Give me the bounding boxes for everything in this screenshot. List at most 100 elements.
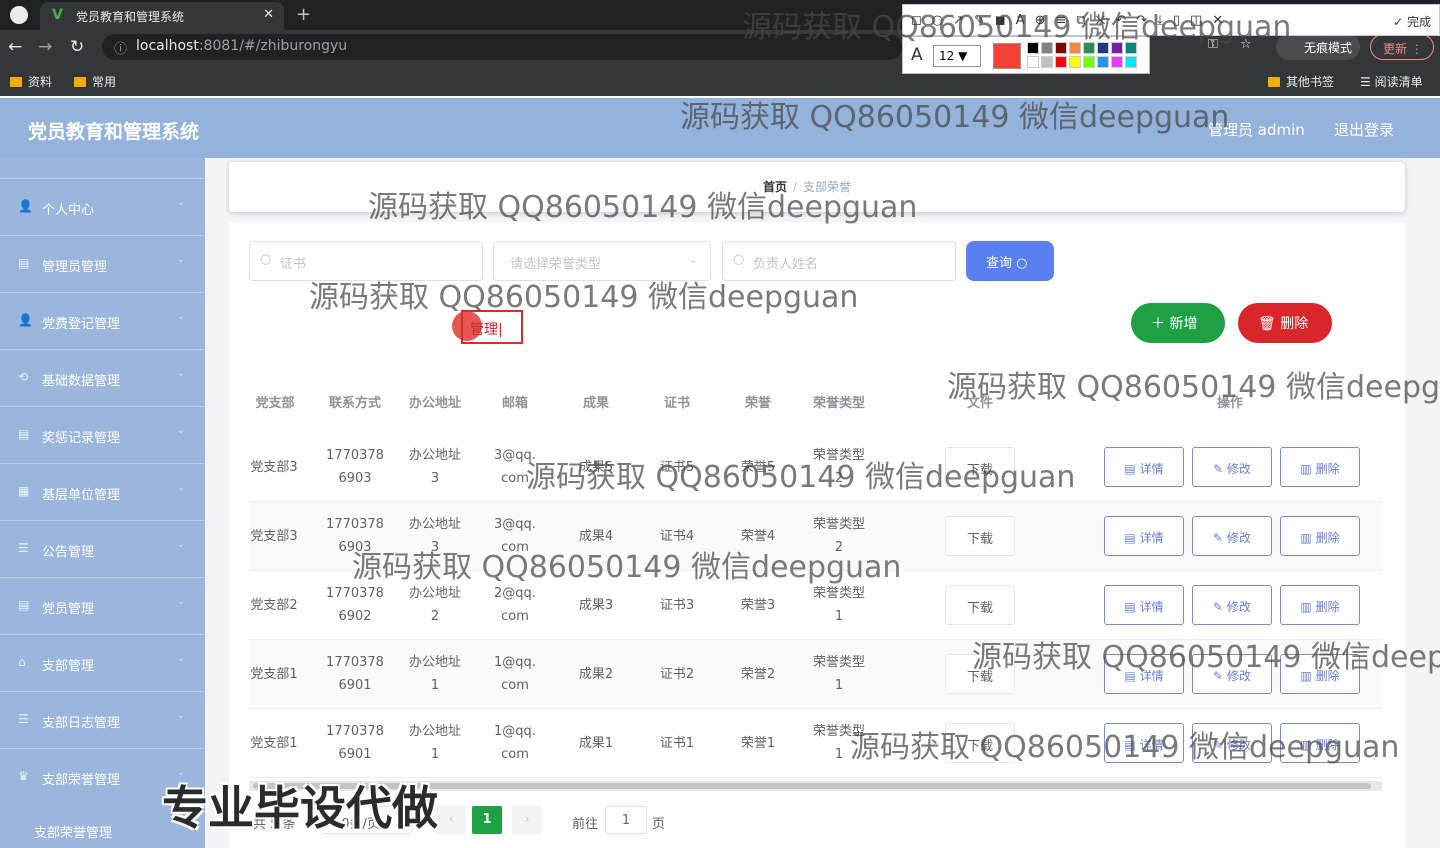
color-swatch[interactable] (1041, 56, 1053, 68)
detail-button[interactable]: ▤ 详情 (1104, 447, 1184, 487)
url-input[interactable]: ⓘ localhost:8081/#/zhiburongyu (102, 34, 902, 60)
edit-icon: ✎ (1213, 462, 1227, 476)
font-size-select[interactable]: 12 ▼ (933, 45, 981, 67)
download-button[interactable]: 下载 (945, 723, 1015, 763)
color-swatch[interactable] (1069, 42, 1081, 54)
reading-list[interactable]: ☰ 阅读清单 (1360, 73, 1423, 90)
tab-title: 党员教育和管理系统 (76, 10, 185, 24)
detail-button[interactable]: ▤ 详情 (1104, 723, 1184, 763)
query-button[interactable]: 查询 ○ (966, 241, 1054, 281)
list-icon: ▤ (18, 598, 30, 612)
annotation-text-box[interactable]: 管理| (461, 310, 523, 344)
bookmark-folder-2[interactable]: 常用 (74, 73, 116, 90)
next-page-button[interactable]: › (512, 806, 542, 834)
color-swatch[interactable] (1069, 56, 1081, 68)
cell-branch: 党支部3 (250, 460, 298, 475)
color-swatch[interactable] (1097, 56, 1109, 68)
edit-button[interactable]: ✎ 修改 (1192, 654, 1272, 694)
sidebar-item[interactable]: ▤ 奖惩记录管理 ⌄ (0, 406, 205, 462)
sidebar-item[interactable]: ▤ 管理员管理 ⌄ (0, 235, 205, 291)
trash-icon: ▥ (1300, 462, 1316, 476)
color-swatch[interactable] (1083, 56, 1095, 68)
bookmark-folder-1[interactable]: 资料 (10, 73, 52, 90)
prev-page-button[interactable]: ‹ (436, 806, 466, 834)
sidebar-item[interactable]: 👤 个人中心 ⌄ (0, 178, 205, 234)
row-delete-button[interactable]: ▥ 删除 (1280, 516, 1360, 556)
screenshot-done-button[interactable]: ✓ 完成 (1393, 13, 1431, 30)
browser-logo-icon (10, 6, 28, 24)
forward-arrow-icon[interactable]: → (38, 37, 52, 57)
site-info-icon[interactable]: ⓘ (114, 38, 127, 57)
download-button[interactable]: 下载 (945, 516, 1015, 556)
bookmark-star-icon[interactable]: ☆ (1240, 37, 1252, 52)
breadcrumb-home[interactable]: 首页 (763, 180, 787, 194)
detail-button[interactable]: ▤ 详情 (1104, 585, 1184, 625)
color-swatch[interactable] (1111, 42, 1123, 54)
color-swatch[interactable] (1055, 56, 1067, 68)
person-search-input[interactable]: ○ 负责人姓名 (722, 241, 956, 281)
color-swatch[interactable] (1097, 42, 1109, 54)
browser-tab[interactable]: V 党员教育和管理系统 ✕ (40, 2, 284, 30)
sidebar-item[interactable]: ▦ 基层单位管理 ⌄ (0, 463, 205, 519)
detail-button[interactable]: ▤ 详情 (1104, 654, 1184, 694)
sidebar-item[interactable]: ☰ 支部日志管理 ⌄ (0, 691, 205, 747)
add-button[interactable]: ＋ 新增 (1131, 303, 1225, 343)
sidebar-item-label: 基层单位管理 (42, 488, 121, 503)
color-swatch[interactable] (1027, 56, 1039, 68)
color-swatch[interactable] (1111, 56, 1123, 68)
current-color-swatch[interactable] (993, 43, 1021, 69)
edit-button[interactable]: ✎ 修改 (1192, 516, 1272, 556)
other-bookmarks[interactable]: 其他书签 (1268, 73, 1334, 90)
delete-label: 删除 (1280, 316, 1309, 332)
search-icon: ○ (733, 252, 745, 267)
row-delete-button[interactable]: ▥ 删除 (1280, 585, 1360, 625)
download-button[interactable]: 下载 (945, 654, 1015, 694)
update-button[interactable]: 更新 ⋮ (1370, 34, 1434, 60)
back-arrow-icon[interactable]: ← (8, 37, 22, 57)
table-header: 办公地址 (408, 396, 461, 411)
sidebar-item[interactable]: 👤 党费登记管理 ⌄ (0, 292, 205, 348)
goto-page-input[interactable]: 1 (605, 806, 647, 834)
download-button[interactable]: 下载 (945, 447, 1015, 487)
tab-close-icon[interactable]: ✕ (263, 7, 274, 22)
color-swatch[interactable] (1027, 42, 1039, 54)
sidebar-item[interactable]: ▤ 党员管理 ⌄ (0, 577, 205, 633)
color-swatch[interactable] (1055, 42, 1067, 54)
new-tab-button[interactable]: + (296, 4, 311, 25)
row-delete-button[interactable]: ▥ 删除 (1280, 654, 1360, 694)
edit-button[interactable]: ✎ 修改 (1192, 723, 1272, 763)
detail-button[interactable]: ▤ 详情 (1104, 516, 1184, 556)
key-icon[interactable]: ⚿ (1208, 37, 1218, 52)
color-swatch[interactable] (1083, 42, 1095, 54)
sidebar-item-label: 奖惩记录管理 (42, 431, 121, 446)
pagination-page[interactable]: 1 (472, 806, 502, 834)
sidebar-item[interactable]: ☰ 公告管理 ⌄ (0, 520, 205, 576)
batch-delete-button[interactable]: 🗑 删除 (1238, 303, 1332, 343)
color-swatch[interactable] (1125, 42, 1137, 54)
edit-button[interactable]: ✎ 修改 (1192, 585, 1272, 625)
honor-type-select[interactable]: 请选择荣誉类型 ⌄ (493, 241, 711, 281)
logout-link[interactable]: 退出登录 (1334, 119, 1394, 140)
screenshot-tools-icon[interactable]: ◻○↗✎◼A⊕≡⧉⨉↶↷⤓▯◫✕ (911, 13, 1233, 28)
sidebar-item-label: 党员管理 (42, 602, 95, 617)
reload-icon[interactable]: ↻ (70, 37, 84, 57)
pagination-goto-label: 前往 (572, 817, 599, 832)
menu-icon: ☰ (18, 541, 29, 555)
cert-search-input[interactable]: ○ 证书 (249, 241, 483, 281)
download-button[interactable]: 下载 (945, 585, 1015, 625)
row-delete-button[interactable]: ▥ 删除 (1280, 723, 1360, 763)
edit-button[interactable]: ✎ 修改 (1192, 447, 1272, 487)
color-swatch[interactable] (1125, 56, 1137, 68)
cell-email: 1@qq. com (494, 655, 536, 693)
row-delete-button-label: 删除 (1315, 462, 1340, 476)
row-delete-button[interactable]: ▥ 删除 (1280, 447, 1360, 487)
sidebar-subitem[interactable]: 支部荣誉管理 (34, 822, 112, 841)
list-icon: ▤ (18, 427, 30, 441)
font-size-value: 12 (939, 49, 955, 63)
incognito-label: 无痕模式 (1304, 41, 1353, 55)
sidebar-item[interactable]: ⌂ 支部管理 ⌄ (0, 634, 205, 690)
color-swatch[interactable] (1041, 42, 1053, 54)
sidebar-item[interactable]: ⟲ 基础数据管理 ⌄ (0, 349, 205, 405)
cell-phone: 1770378 6903 (326, 517, 384, 555)
incognito-badge[interactable]: 无痕模式 (1276, 34, 1360, 60)
